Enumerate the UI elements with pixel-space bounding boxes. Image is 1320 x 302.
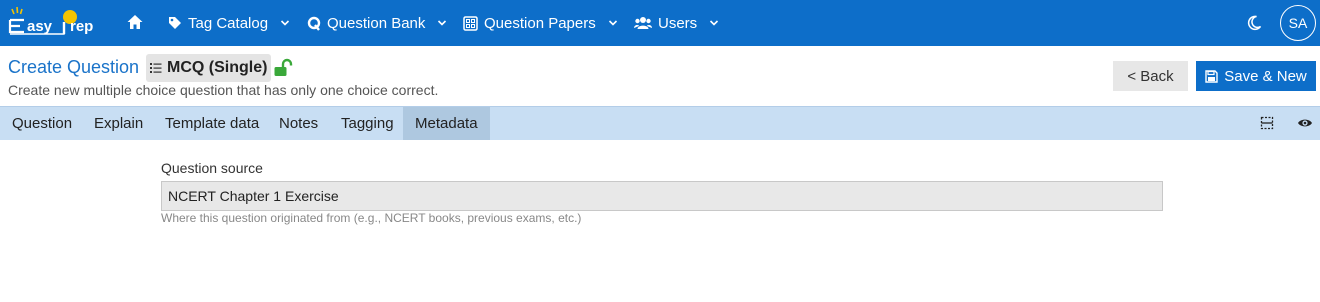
- nav-users-label: Users: [658, 14, 698, 32]
- q-icon: [307, 16, 321, 31]
- question-source-label: Question source: [161, 160, 263, 176]
- question-type-badge: MCQ (Single): [146, 54, 272, 82]
- back-button[interactable]: < Back: [1113, 61, 1188, 91]
- chevron-down-icon: [438, 20, 447, 26]
- easyprep-logo[interactable]: asy rep: [8, 6, 108, 40]
- nav-question-bank-label: Question Bank: [327, 14, 426, 32]
- tab-notes[interactable]: Notes: [267, 107, 330, 140]
- tab-explain[interactable]: Explain: [82, 107, 155, 140]
- nav-tag-catalog-label: Tag Catalog: [188, 14, 269, 32]
- question-source-help: Where this question originated from (e.g…: [161, 211, 582, 225]
- tab-label: Metadata: [415, 115, 478, 132]
- nav-users[interactable]: Users: [634, 0, 719, 46]
- chevron-down-icon: [280, 20, 290, 26]
- top-navbar: asy rep Tag Catalog Question Bank Questi…: [0, 0, 1320, 46]
- nav-question-papers[interactable]: Question Papers: [463, 0, 618, 46]
- tab-metadata[interactable]: Metadata: [403, 107, 490, 140]
- split-layout-icon[interactable]: [1259, 115, 1275, 131]
- avatar-initials: SA: [1288, 15, 1308, 31]
- page-title: Create Question: [8, 57, 140, 77]
- question-type-label: MCQ (Single): [167, 59, 268, 76]
- tag-icon: [169, 17, 181, 29]
- tab-label: Template data: [165, 115, 260, 132]
- question-source-input[interactable]: [161, 181, 1163, 211]
- save-and-new-button[interactable]: Save & New: [1196, 61, 1316, 91]
- tab-label: Question: [12, 115, 73, 132]
- nav-question-papers-label: Question Papers: [484, 14, 596, 32]
- svg-text:rep: rep: [70, 18, 93, 35]
- unlock-icon[interactable]: [273, 58, 293, 78]
- tab-tagging[interactable]: Tagging: [329, 107, 406, 140]
- tab-question[interactable]: Question: [0, 107, 84, 140]
- chevron-down-icon: [608, 20, 617, 26]
- tab-label: Tagging: [341, 115, 394, 132]
- paper-icon: [463, 15, 478, 31]
- users-icon: [634, 17, 652, 29]
- tab-template-data[interactable]: Template data: [153, 107, 271, 140]
- tab-label: Explain: [94, 115, 144, 132]
- avatar[interactable]: SA: [1280, 5, 1316, 41]
- svg-text:asy: asy: [27, 18, 53, 35]
- save-icon: [1205, 69, 1218, 83]
- chevron-down-icon: [710, 20, 719, 26]
- save-and-new-label: Save & New: [1224, 67, 1307, 85]
- moon-icon[interactable]: [1245, 14, 1263, 32]
- page-subtitle: Create new multiple choice question that…: [8, 82, 439, 98]
- preview-eye-icon[interactable]: [1297, 115, 1313, 131]
- list-icon: [150, 63, 162, 73]
- nav-tag-catalog[interactable]: Tag Catalog: [168, 0, 290, 46]
- home-icon[interactable]: [126, 13, 144, 31]
- editor-tab-bar: Question Explain Template data Notes Tag…: [0, 106, 1320, 140]
- nav-question-bank[interactable]: Question Bank: [307, 0, 447, 46]
- tab-label: Notes: [279, 115, 319, 132]
